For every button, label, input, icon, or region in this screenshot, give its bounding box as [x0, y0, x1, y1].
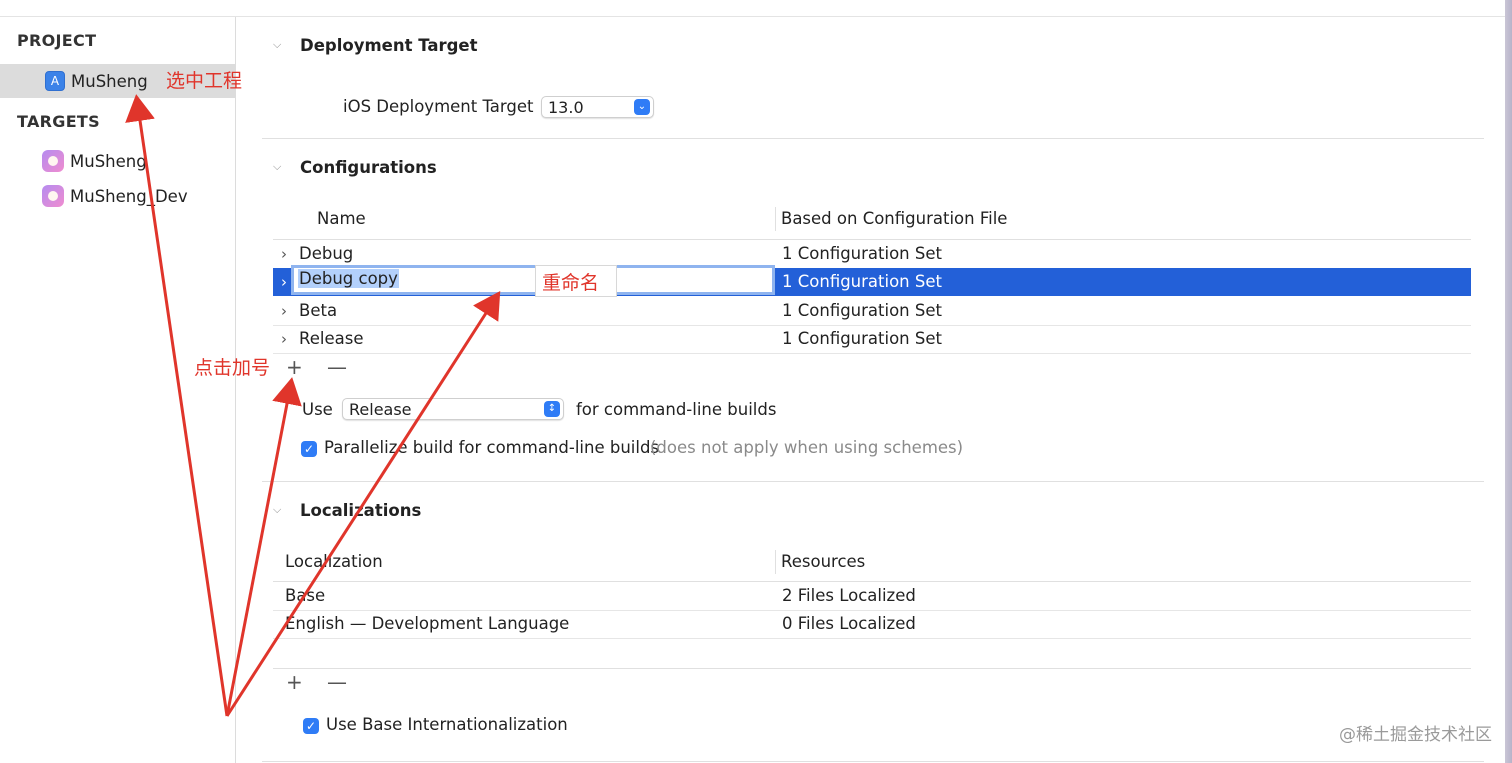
parallelize-note: (does not apply when using schemes): [650, 438, 964, 457]
config-name: Release: [299, 329, 364, 348]
rename-field[interactable]: Debug copy: [291, 265, 775, 295]
app-target-icon: [42, 150, 64, 172]
table-bottom-divider: [273, 668, 1471, 669]
section-title-deployment: Deployment Target: [300, 36, 478, 55]
localization-resources: 0 Files Localized: [782, 614, 916, 633]
config-name: Beta: [299, 301, 338, 320]
column-header-localization[interactable]: Localization: [285, 552, 383, 571]
targets-header: TARGETS: [17, 112, 100, 131]
add-localization-button[interactable]: +: [286, 670, 303, 694]
config-file: 1 Configuration Set: [782, 244, 942, 263]
config-name: Debug: [299, 244, 354, 263]
project-header: PROJECT: [17, 31, 97, 50]
parallelize-checkbox[interactable]: ✓: [301, 441, 317, 457]
section-title-configurations: Configurations: [300, 158, 437, 177]
annotation-click-plus: 点击加号: [194, 357, 271, 379]
localization-resources: 2 Files Localized: [782, 586, 916, 605]
table-row[interactable]: English — Development Language 0 Files L…: [273, 610, 1471, 639]
add-configuration-button[interactable]: +: [286, 355, 303, 379]
remove-localization-button[interactable]: —: [327, 670, 347, 694]
section-title-localizations: Localizations: [300, 501, 422, 520]
remove-configuration-button[interactable]: —: [327, 355, 347, 379]
chevron-down-icon[interactable]: ⌵: [273, 38, 281, 52]
config-file: 1 Configuration Set: [782, 329, 942, 348]
annotation-rename: 重命名: [542, 272, 600, 294]
table-row[interactable]: Base 2 Files Localized: [273, 582, 1471, 611]
localization-name: Base: [285, 586, 326, 605]
popup-value: 13.0: [548, 97, 584, 117]
use-label: Use: [302, 400, 333, 419]
column-divider: [775, 207, 776, 231]
column-header-file[interactable]: Based on Configuration File: [781, 209, 1007, 228]
sidebar-item-target[interactable]: MuSheng: [0, 144, 235, 178]
config-file: 1 Configuration Set: [782, 272, 942, 291]
chevron-right-icon[interactable]: ›: [281, 245, 287, 263]
sidebar-item-label: MuSheng: [70, 151, 147, 171]
chevron-down-icon[interactable]: ⌵: [273, 160, 281, 174]
chevron-down-icon: ⌄: [634, 99, 650, 115]
chevron-updown-icon: ↕: [544, 401, 560, 417]
column-header-name[interactable]: Name: [317, 209, 366, 228]
chevron-right-icon[interactable]: ›: [281, 330, 287, 348]
watermark: @稀土掘金技术社区: [1339, 725, 1492, 745]
popup-value: Release: [349, 399, 412, 419]
config-file: 1 Configuration Set: [782, 301, 942, 320]
table-row-selected[interactable]: › Debug copy 1 Configuration Set: [273, 265, 1471, 296]
annotation-select-project: 选中工程: [166, 70, 243, 92]
deployment-target-popup[interactable]: 13.0 ⌄: [541, 96, 654, 118]
sidebar: PROJECT A MuSheng TARGETS MuSheng MuShen…: [0, 17, 236, 763]
section-divider: [262, 761, 1484, 762]
column-divider: [775, 550, 776, 574]
command-line-config-popup[interactable]: Release ↕: [342, 398, 564, 420]
use-base-label: Use Base Internationalization: [326, 715, 568, 734]
sidebar-item-label: MuSheng_Dev: [70, 186, 188, 206]
section-divider: [262, 481, 1484, 482]
sidebar-item-target[interactable]: MuSheng_Dev: [0, 179, 235, 213]
parallelize-label: Parallelize build for command-line build…: [324, 438, 660, 457]
table-row[interactable]: › Release 1 Configuration Set: [273, 325, 1471, 354]
chevron-right-icon[interactable]: ›: [281, 273, 287, 291]
rename-field-text: Debug copy: [298, 269, 399, 288]
project-settings: ⌵ Deployment Target iOS Deployment Targe…: [236, 17, 1505, 763]
window-edge: [1505, 0, 1512, 763]
column-header-resources[interactable]: Resources: [781, 552, 865, 571]
chevron-down-icon[interactable]: ⌵: [273, 503, 281, 517]
xcode-project-icon: A: [45, 71, 65, 91]
use-suffix: for command-line builds: [576, 400, 777, 419]
localization-name: English — Development Language: [285, 614, 570, 633]
section-divider: [262, 138, 1484, 139]
chevron-right-icon[interactable]: ›: [281, 302, 287, 320]
app-target-icon: [42, 185, 64, 207]
sidebar-item-label: MuSheng: [71, 71, 148, 91]
use-base-checkbox[interactable]: ✓: [303, 718, 319, 734]
table-row[interactable]: › Beta 1 Configuration Set: [273, 297, 1471, 326]
deployment-target-label: iOS Deployment Target: [343, 97, 534, 116]
